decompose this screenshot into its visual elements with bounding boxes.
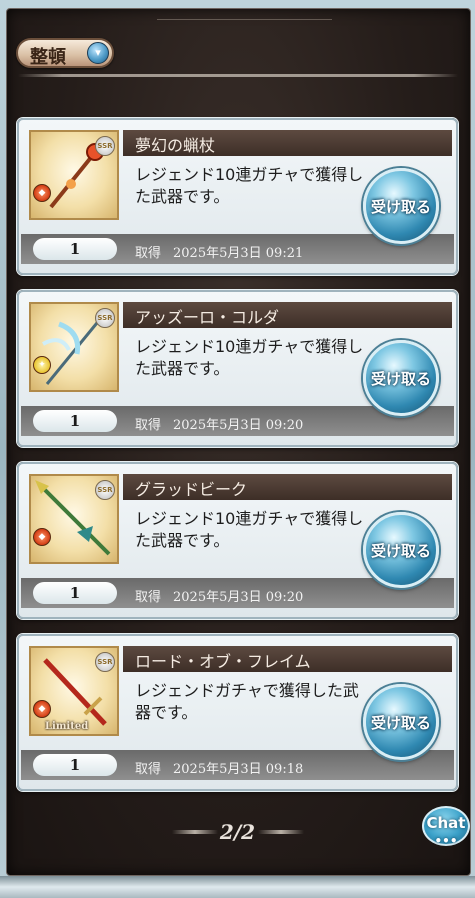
fire-element-icon: ◆ bbox=[33, 700, 51, 718]
header-divider bbox=[18, 74, 458, 77]
rarity-badge: SSR bbox=[95, 652, 115, 672]
chevron-down-icon: ▾ bbox=[87, 42, 109, 64]
limited-badge: Limited bbox=[45, 721, 89, 732]
acquired-label: 取得 bbox=[135, 762, 162, 777]
weapon-thumbnail[interactable]: SSR ◆ bbox=[29, 130, 119, 220]
weapon-thumbnail[interactable]: SSR ◆ Limited bbox=[29, 646, 119, 736]
chat-button[interactable]: Chat ••• bbox=[422, 806, 470, 848]
item-count: 1 bbox=[33, 582, 117, 604]
item-description: レジェンド10連ガチャで獲得した武器です。 bbox=[135, 337, 364, 378]
chat-dots-icon: ••• bbox=[434, 834, 458, 848]
item-count: 1 bbox=[33, 238, 117, 260]
item-title: グラッドビーク bbox=[135, 480, 248, 499]
receive-button[interactable]: 受け取る bbox=[363, 684, 439, 760]
title-bar: ロード・オブ・フレイム bbox=[123, 646, 452, 672]
acquired-label: 取得 bbox=[135, 246, 162, 261]
footer-ornament bbox=[0, 876, 475, 898]
item-description: レジェンド10連ガチャで獲得した武器です。 bbox=[135, 165, 364, 206]
title-bar: 夢幻の蝋杖 bbox=[123, 130, 452, 156]
item-card: SSR ✦ アッズーロ・コルダ レジェンド10連ガチャで獲得した武器です。 1 … bbox=[17, 290, 458, 447]
item-title: アッズーロ・コルダ bbox=[135, 308, 280, 327]
item-title: 夢幻の蝋杖 bbox=[135, 136, 216, 155]
item-card: SSR ◆ Limited ロード・オブ・フレイム レジェンドガチャで獲得した武… bbox=[17, 634, 458, 791]
acquired-info: 取得 2025年5月3日 09:20 bbox=[135, 414, 303, 433]
light-element-icon: ✦ bbox=[33, 356, 51, 374]
page-indicator: 2/2 bbox=[219, 820, 256, 844]
item-count: 1 bbox=[33, 410, 117, 432]
acquired-info: 取得 2025年5月3日 09:20 bbox=[135, 586, 303, 605]
acquired-info: 取得 2025年5月3日 09:21 bbox=[135, 242, 303, 261]
sort-button[interactable]: 整頓 ▾ bbox=[16, 38, 114, 68]
sort-label: 整頓 bbox=[30, 47, 66, 68]
rarity-badge: SSR bbox=[95, 136, 115, 156]
rarity-badge: SSR bbox=[95, 480, 115, 500]
pagination: 2/2 bbox=[0, 816, 475, 846]
acquired-date: 2025年5月3日 09:20 bbox=[173, 590, 304, 605]
rarity-badge: SSR bbox=[95, 308, 115, 328]
receive-button[interactable]: 受け取る bbox=[363, 512, 439, 588]
acquired-date: 2025年5月3日 09:21 bbox=[173, 246, 304, 261]
receive-label: 受け取る bbox=[370, 714, 431, 732]
weapon-thumbnail[interactable]: SSR ✦ bbox=[29, 302, 119, 392]
ornament-top bbox=[157, 9, 332, 20]
item-card: SSR ◆ 夢幻の蝋杖 レジェンド10連ガチャで獲得した武器です。 1 取得 20… bbox=[17, 118, 458, 275]
acquired-date: 2025年5月3日 09:20 bbox=[173, 418, 304, 433]
receive-label: 受け取る bbox=[370, 542, 431, 560]
next-page-arrow[interactable] bbox=[258, 830, 304, 834]
title-bar: グラッドビーク bbox=[123, 474, 452, 500]
receive-label: 受け取る bbox=[370, 370, 431, 388]
item-description: レジェンドガチャで獲得した武器です。 bbox=[135, 681, 359, 722]
acquired-date: 2025年5月3日 09:18 bbox=[173, 762, 304, 777]
fire-element-icon: ◆ bbox=[33, 184, 51, 202]
acquired-label: 取得 bbox=[135, 590, 162, 605]
item-title: ロード・オブ・フレイム bbox=[135, 652, 311, 671]
acquired-info: 取得 2025年5月3日 09:18 bbox=[135, 758, 303, 777]
item-card: SSR ◆ グラッドビーク レジェンド10連ガチャで獲得した武器です。 1 取得… bbox=[17, 462, 458, 619]
item-count: 1 bbox=[33, 754, 117, 776]
item-description: レジェンド10連ガチャで獲得した武器です。 bbox=[135, 509, 364, 550]
receive-button[interactable]: 受け取る bbox=[363, 340, 439, 416]
fire-element-icon: ◆ bbox=[33, 528, 51, 546]
receive-label: 受け取る bbox=[370, 198, 431, 216]
title-bar: アッズーロ・コルダ bbox=[123, 302, 452, 328]
acquired-label: 取得 bbox=[135, 418, 162, 433]
weapon-thumbnail[interactable]: SSR ◆ bbox=[29, 474, 119, 564]
receive-button[interactable]: 受け取る bbox=[363, 168, 439, 244]
